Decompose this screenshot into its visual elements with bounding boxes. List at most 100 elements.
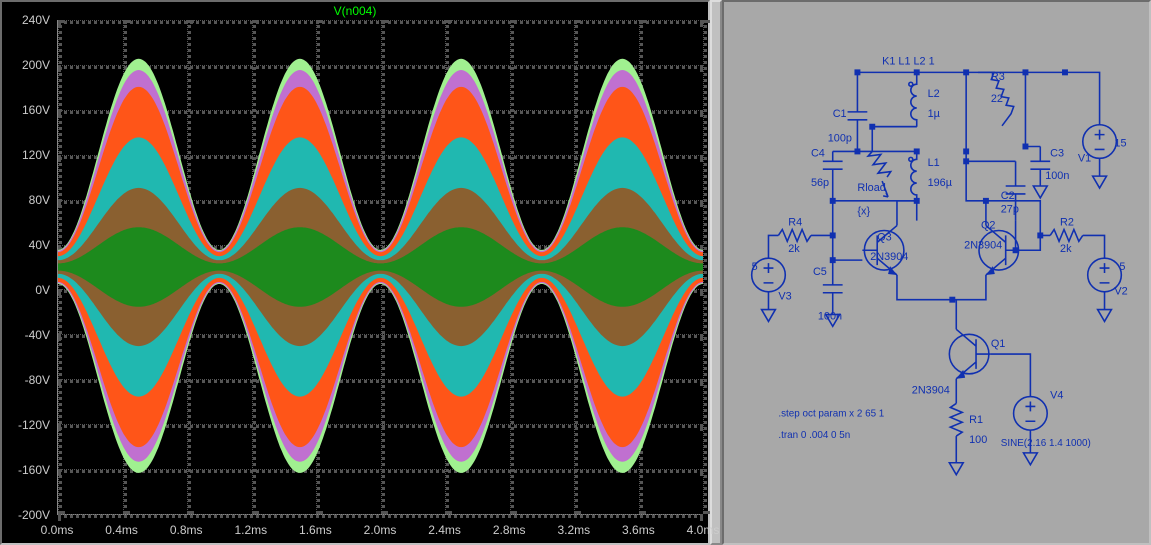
y-axis[interactable]: 240V200V160V120V80V40V0V-40V-80V-120V-16… [2, 20, 54, 515]
x-axis[interactable]: 0.0ms0.4ms0.8ms1.2ms1.6ms2.0ms2.4ms2.8ms… [57, 517, 703, 541]
label-r1: R1 [969, 414, 983, 426]
label-l1: L1 [928, 157, 940, 169]
wire [768, 235, 778, 258]
plot-title[interactable]: V(n004) [2, 2, 708, 20]
x-tick: 2.8ms [493, 523, 526, 537]
value-v4: SINE(2.16 1.4 1000) [1001, 438, 1091, 449]
wire [1083, 235, 1105, 258]
wire [811, 235, 833, 260]
x-tick: 0.4ms [105, 523, 138, 537]
label-v2: V2 [1114, 286, 1127, 298]
label-q3: Q3 [877, 231, 892, 243]
node [914, 148, 920, 154]
value-rload: {x} [857, 206, 870, 218]
resistor-r1[interactable] [950, 403, 962, 436]
node [1022, 144, 1028, 150]
x-tick: 4.0ms [687, 523, 720, 537]
ground-icon [1023, 453, 1037, 465]
spice-step-directive[interactable]: .step oct param x 2 65 1 [778, 408, 884, 419]
wire [991, 354, 1031, 397]
value-v2: 5 [1119, 261, 1125, 273]
y-tick: -160V [18, 463, 50, 477]
value-r4: 2k [788, 243, 800, 255]
wire [1021, 235, 1051, 250]
label-r4: R4 [788, 217, 802, 229]
label-q2: Q2 [981, 220, 996, 232]
label-rload: Rload [857, 182, 885, 194]
label-c5: C5 [813, 266, 827, 278]
value-r2: 2k [1060, 243, 1072, 255]
y-tick: 200V [22, 58, 50, 72]
wire [1065, 72, 1100, 124]
label-c4: C4 [811, 147, 825, 159]
y-tick: -200V [18, 508, 50, 522]
label-r3: R3 [991, 71, 1005, 83]
transistor-q1[interactable] [949, 329, 991, 378]
y-tick: -80V [25, 373, 50, 387]
value-v1: 15 [1114, 137, 1126, 149]
node [963, 158, 969, 164]
resistor-r4[interactable] [778, 230, 811, 242]
inductor-l1[interactable] [909, 151, 917, 200]
x-tick: 0.0ms [41, 523, 74, 537]
value-q1: 2N3904 [912, 385, 950, 397]
node [1013, 247, 1019, 253]
schematic-panel[interactable]: R3 22 K1 L1 L2 1 L2 1µ C1 100p C4 56p L1… [722, 0, 1151, 545]
label-c1: C1 [833, 108, 847, 120]
label-v1: V1 [1078, 152, 1091, 164]
x-tick: 1.6ms [299, 523, 332, 537]
label-q1: Q1 [991, 338, 1006, 350]
y-tick: 40V [29, 238, 50, 252]
node [949, 297, 955, 303]
spice-tran-directive[interactable]: .tran 0 .004 0 5n [778, 430, 850, 441]
y-tick: 240V [22, 13, 50, 27]
y-tick: 160V [22, 103, 50, 117]
y-tick: 0V [35, 283, 50, 297]
label-c3: C3 [1050, 147, 1064, 159]
waveform-trace [58, 228, 703, 307]
x-tick: 0.8ms [170, 523, 203, 537]
label-l2: L2 [928, 88, 940, 100]
value-c1: 100p [828, 133, 852, 145]
label-v4: V4 [1050, 390, 1063, 402]
label-k1: K1 L1 L2 1 [882, 55, 935, 67]
label-r2: R2 [1060, 217, 1074, 229]
x-tick: 1.2ms [234, 523, 267, 537]
voltage-source-v4[interactable] [1014, 397, 1048, 431]
value-c3: 100n [1045, 170, 1069, 182]
y-tick: 120V [22, 148, 50, 162]
ground-icon [949, 463, 963, 475]
inductor-l2[interactable] [909, 72, 917, 126]
value-q3: 2N3904 [870, 251, 908, 263]
x-tick: 2.4ms [428, 523, 461, 537]
waveform-plot-panel[interactable]: V(n004) 240V 200V 160V 120V 80V 40V 0V -40V -80V… [0, 0, 710, 545]
x-tick: 3.2ms [557, 523, 590, 537]
wire [872, 127, 916, 152]
x-tick: 2.0ms [364, 523, 397, 537]
waveform-traces [58, 20, 703, 514]
ground-icon [1033, 186, 1047, 198]
panel-divider[interactable] [710, 0, 722, 545]
value-l1: 196µ [928, 177, 952, 189]
label-v3: V3 [778, 291, 791, 303]
wire [897, 201, 917, 226]
value-l2: 1µ [928, 108, 940, 120]
ground-icon [1093, 176, 1107, 188]
y-tick: 80V [29, 193, 50, 207]
wire [897, 275, 986, 300]
value-r1: 100 [969, 434, 987, 446]
y-tick: -120V [18, 418, 50, 432]
ground-icon [1098, 310, 1112, 322]
value-c4: 56p [811, 177, 829, 189]
resistor-r2[interactable] [1050, 230, 1083, 242]
value-v3: 5 [752, 261, 758, 273]
value-r3: 22 [991, 93, 1003, 105]
value-c2: 27p [1001, 204, 1019, 216]
ground-icon [762, 310, 776, 322]
x-tick: 3.6ms [622, 523, 655, 537]
plot-area[interactable] [57, 20, 703, 515]
wire [1025, 72, 1040, 146]
y-tick: -40V [25, 328, 50, 342]
value-q2: 2N3904 [964, 239, 1002, 251]
schematic-svg[interactable]: R3 22 K1 L1 L2 1 L2 1µ C1 100p C4 56p L1… [724, 2, 1149, 543]
